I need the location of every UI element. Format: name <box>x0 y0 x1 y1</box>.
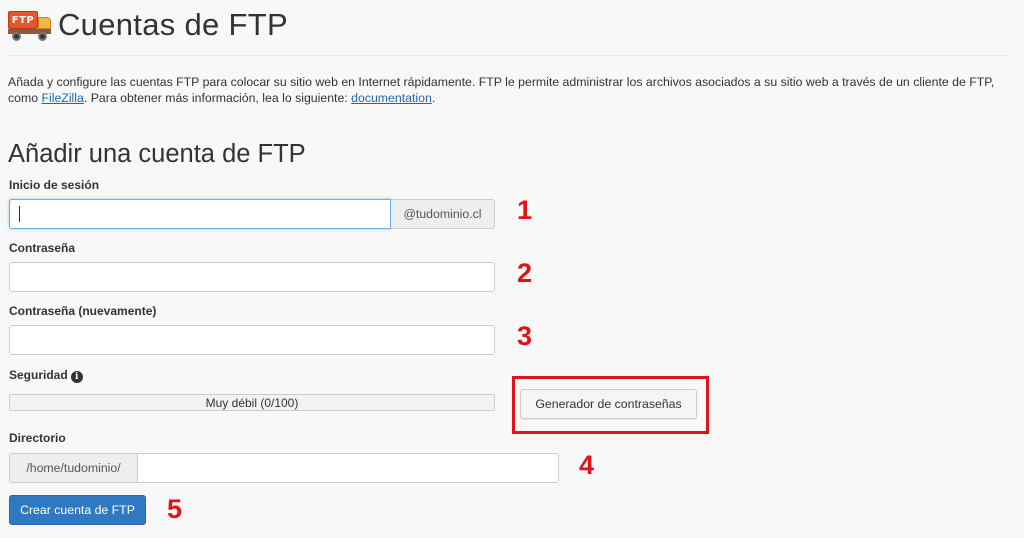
page-header: FTP Cuentas de FTP <box>8 4 288 46</box>
truck-wheel-front <box>38 32 47 41</box>
page-title: Cuentas de FTP <box>58 7 288 42</box>
page-description: Añada y configure las cuentas FTP para c… <box>8 74 1008 106</box>
info-icon[interactable]: i <box>70 371 83 383</box>
security-label-text: Seguridad <box>9 368 68 382</box>
text-caret <box>19 206 20 222</box>
step-number-2: 2 <box>517 258 533 288</box>
section-title: Añadir una cuenta de FTP <box>8 140 306 168</box>
header-divider <box>8 55 1006 56</box>
login-label: Inicio de sesión <box>9 178 100 192</box>
step-number-4: 4 <box>579 450 595 480</box>
description-text-3: . <box>431 91 436 105</box>
strength-text: Muy débil (0/100) <box>205 395 299 410</box>
password-again-input[interactable] <box>9 325 495 355</box>
domain-suffix-addon: @tudominio.cl <box>391 199 495 229</box>
filezilla-link[interactable]: FileZilla <box>42 91 84 105</box>
security-label: Seguridad i <box>9 368 83 383</box>
password-strength-meter: Muy débil (0/100) <box>9 394 495 411</box>
ftp-icon-label: FTP <box>8 11 38 29</box>
step-number-3: 3 <box>517 321 533 351</box>
page: FTP Cuentas de FTP Añada y configure las… <box>0 0 1024 538</box>
step-number-5: 5 <box>167 494 183 524</box>
truck-wheel-back <box>12 32 21 41</box>
password-again-label: Contraseña (nuevamente) <box>9 304 157 318</box>
description-text-2: . Para obtener más información, lea lo s… <box>83 91 352 105</box>
login-input[interactable] <box>9 199 391 229</box>
create-ftp-account-button[interactable]: Crear cuenta de FTP <box>9 495 146 525</box>
ftp-truck-icon: FTP <box>8 9 52 41</box>
password-label: Contraseña <box>9 241 76 255</box>
password-generator-button[interactable]: Generador de contraseñas <box>520 389 697 419</box>
step-number-1: 1 <box>517 195 533 225</box>
directory-input[interactable] <box>137 453 559 483</box>
directory-label: Directorio <box>9 431 66 445</box>
documentation-link[interactable]: documentation <box>351 91 432 105</box>
password-input[interactable] <box>9 262 495 292</box>
directory-prefix-addon: /home/tudominio/ <box>9 453 137 483</box>
truck-cab <box>38 17 51 29</box>
